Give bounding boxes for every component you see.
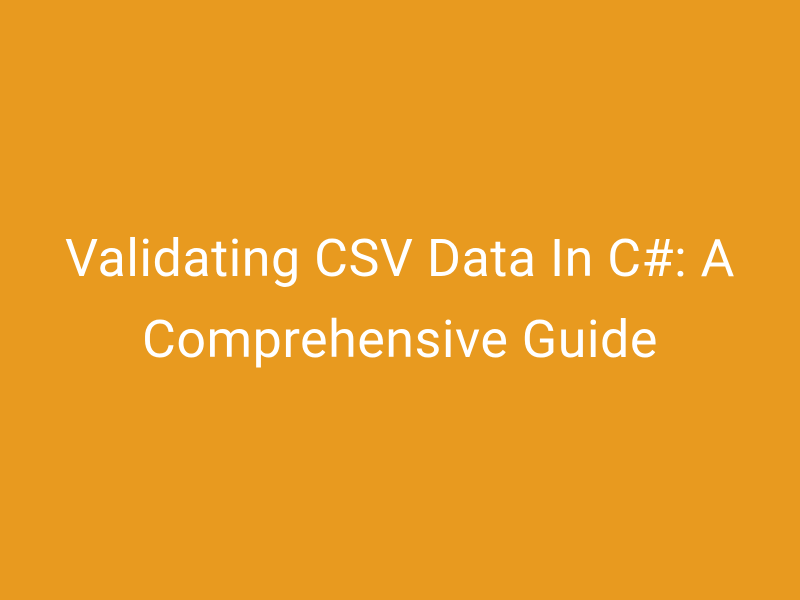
page-title: Validating CSV Data In C#: A Comprehensi… <box>0 219 800 380</box>
